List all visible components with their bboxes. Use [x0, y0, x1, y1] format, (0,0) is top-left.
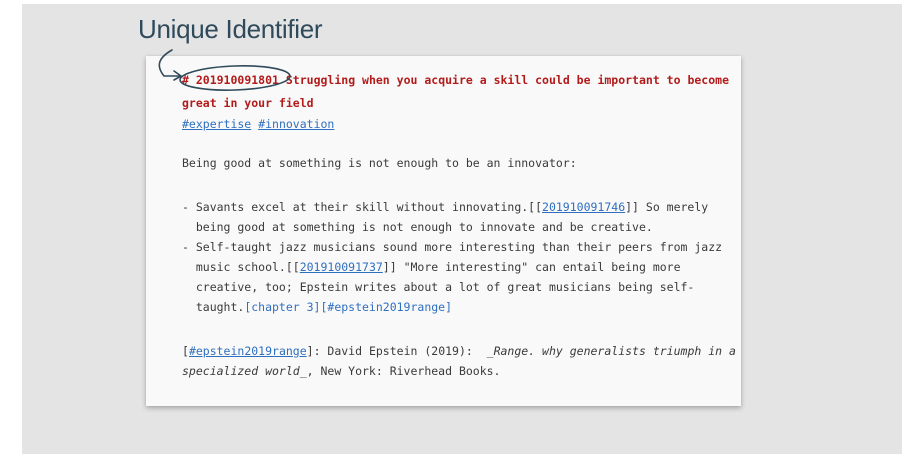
annotation-pointer — [158, 49, 291, 91]
bullet-2-line-1: - Self-taught jazz musicians sound more … — [182, 240, 723, 254]
note-heading-line-2: great in your field — [182, 96, 314, 110]
bullet-2-text-suffix: ]] "More interesting" can entail being m… — [382, 260, 681, 274]
bullet-1-text: - Savants excel at their skill without i… — [182, 200, 543, 214]
reference-title-part-1: _Range. why generalists triumph in a — [486, 344, 736, 358]
tag-innovation[interactable]: #innovation — [258, 117, 334, 131]
heading-title-part-1: Struggling when you acquire a skill coul… — [278, 73, 729, 87]
reference-title-part-2: specialized world_ — [182, 364, 307, 378]
bullet-2-line-2: music school.[[201910091737]] "More inte… — [182, 259, 681, 275]
note-link-201910091737[interactable]: 201910091737 — [300, 260, 383, 274]
reference-author: ]: David Epstein (2019): — [306, 344, 487, 358]
tag-list: #expertise #innovation — [182, 116, 334, 132]
tag-expertise[interactable]: #expertise — [182, 117, 251, 131]
id-highlight-ellipse — [179, 65, 291, 91]
chapter-reference-link[interactable]: [chapter 3][#epstein2019range] — [244, 300, 452, 314]
reference-bracket: [ — [182, 344, 189, 358]
bullet-1-line-1: - Savants excel at their skill without i… — [182, 199, 708, 215]
intro-paragraph: Being good at something is not enough to… — [182, 156, 577, 170]
reference-line-2: specialized world_, New York: Riverhead … — [182, 363, 501, 379]
reference-line-1: [#epstein2019range]: David Epstein (2019… — [182, 343, 736, 359]
bullet-2-line-3: creative, too; Epstein writes about a lo… — [182, 280, 695, 294]
bullet-1-text-suffix: ]] So merely — [625, 200, 709, 214]
bullet-1-line-2: being good at something is not enough to… — [182, 220, 653, 234]
bullet-2-text: music school.[[ — [182, 260, 300, 274]
reference-publisher: , New York: Riverhead Books. — [306, 364, 501, 378]
bullet-2-text-end: taught. — [182, 300, 245, 314]
reference-key-link[interactable]: #epstein2019range — [189, 344, 307, 358]
annotation-title: Unique Identifier — [138, 14, 323, 44]
note-link-201910091746[interactable]: 201910091746 — [542, 200, 625, 214]
bullet-2-line-4: taught.[chapter 3][#epstein2019range] — [182, 299, 452, 315]
